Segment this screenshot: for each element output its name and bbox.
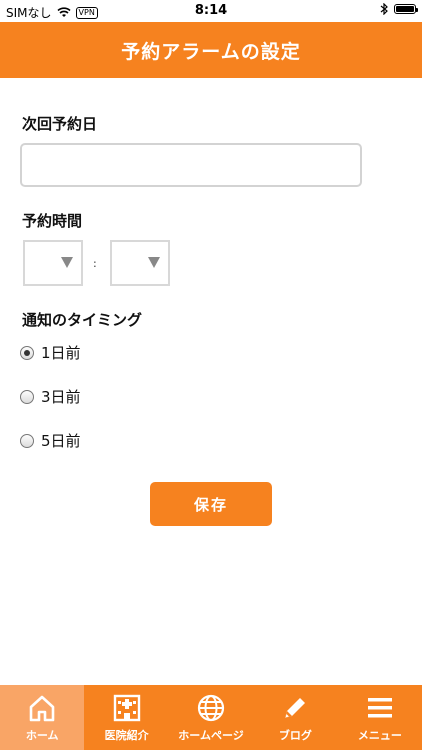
tab-bar: ホーム 医院紹介 ホームページ ブログ メニュー [0, 685, 422, 750]
tab-label: 医院紹介 [104, 729, 149, 742]
status-right [380, 3, 418, 15]
status-time: 8:14 [194, 3, 228, 18]
dropdown-arrow-icon [61, 257, 73, 268]
radio-option-3-days[interactable]: 3日前 [20, 386, 81, 407]
save-button[interactable]: 保存 [150, 482, 272, 526]
tab-label: ホーム [25, 729, 59, 742]
tab-label: メニュー [357, 729, 402, 742]
pencil-icon [285, 698, 306, 718]
time-separator: : [93, 257, 97, 270]
radio-button[interactable] [20, 389, 34, 404]
next-date-input[interactable] [20, 143, 362, 187]
tab-clinic-info[interactable]: 医院紹介 [84, 685, 168, 750]
home-icon [29, 695, 55, 722]
tab-label: ブログ [278, 729, 312, 742]
status-bar: SIMなし VPN 8:14 [0, 0, 422, 22]
dropdown-arrow-icon [148, 257, 160, 268]
radio-label: 5日前 [41, 432, 81, 450]
battery-icon [394, 4, 418, 14]
globe-icon [197, 694, 225, 722]
bluetooth-icon [380, 3, 388, 15]
minute-select[interactable] [110, 240, 170, 286]
tab-menu[interactable]: メニュー [338, 685, 422, 750]
hamburger-menu-icon [367, 698, 392, 718]
tab-home[interactable]: ホーム [0, 685, 85, 750]
timing-label: 通知のタイミング [22, 311, 143, 329]
next-date-label: 次回予約日 [22, 115, 98, 133]
time-label: 予約時間 [22, 212, 83, 230]
hour-select[interactable] [23, 240, 83, 286]
radio-label: 1日前 [41, 344, 81, 362]
tab-label: ホームページ [178, 729, 244, 742]
hospital-icon [113, 694, 140, 722]
radio-button-checked[interactable] [20, 345, 34, 360]
radio-option-5-days[interactable]: 5日前 [20, 430, 81, 451]
tab-blog[interactable]: ブログ [253, 685, 337, 750]
app-header: 予約アラームの設定 [0, 22, 422, 78]
radio-option-1-day[interactable]: 1日前 [20, 342, 81, 363]
radio-label: 3日前 [41, 388, 81, 406]
radio-button[interactable] [20, 433, 34, 448]
page-title: 予約アラームの設定 [121, 40, 301, 63]
tab-homepage[interactable]: ホームページ [169, 685, 253, 750]
